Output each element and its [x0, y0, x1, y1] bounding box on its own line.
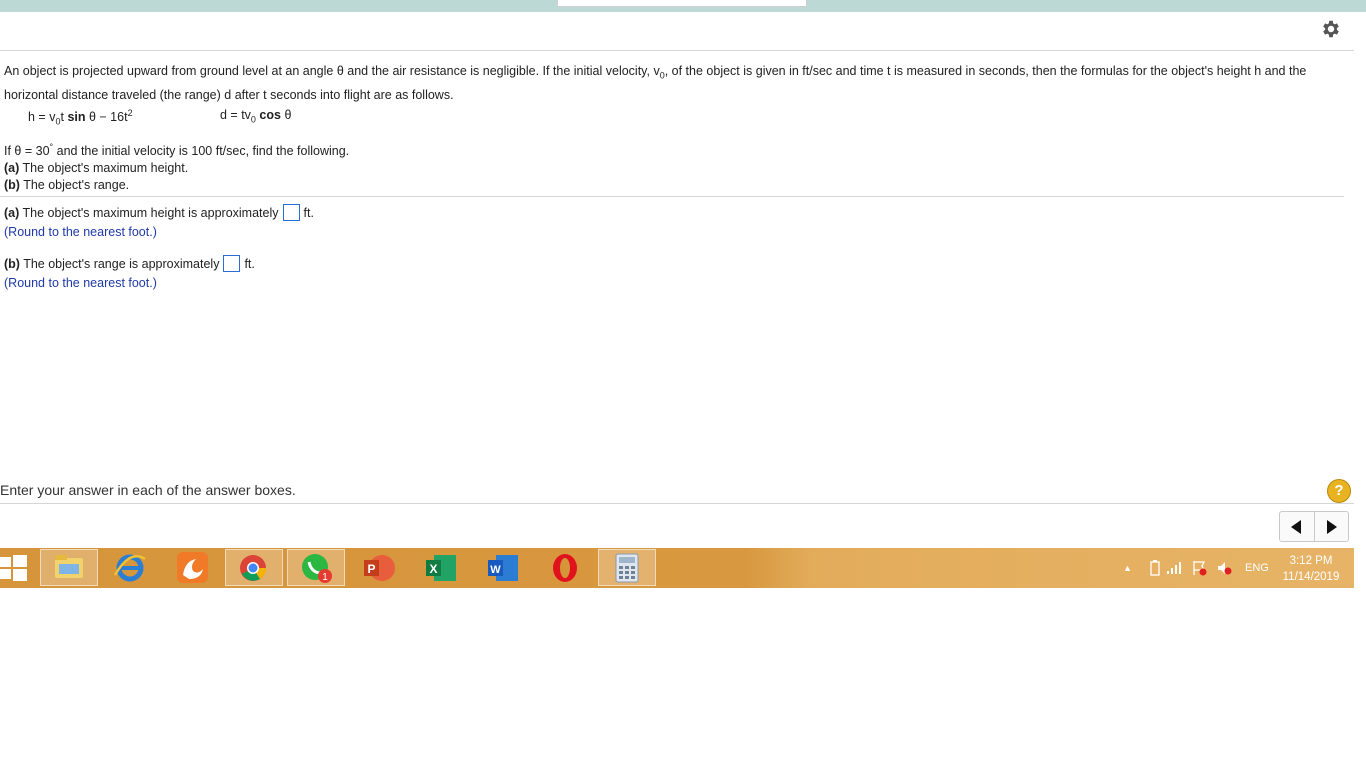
battery-icon[interactable] — [1150, 560, 1160, 576]
question-divider — [0, 196, 1344, 197]
gear-icon[interactable] — [1320, 18, 1342, 40]
powerpoint-icon: P — [364, 555, 395, 581]
arrow-right-icon — [1327, 520, 1337, 534]
arrow-left-icon — [1291, 520, 1301, 534]
top-tab-strip — [557, 0, 807, 7]
whatsapp-icon: 1 — [302, 554, 332, 583]
volume-muted-icon[interactable] — [1216, 560, 1232, 576]
taskbar: 1 P X W ▲ ENG 3:12 PM 11/14/2019 — [0, 548, 1354, 588]
start-icon[interactable] — [0, 549, 28, 586]
clock-date: 11/14/2019 — [1282, 571, 1340, 583]
top-accent-bar — [0, 0, 1366, 12]
uc-browser-icon — [177, 552, 208, 583]
taskbar-opera[interactable] — [536, 549, 594, 586]
answer-a-input[interactable] — [282, 204, 300, 221]
footer-divider — [0, 503, 1354, 504]
range-formula: d = tv0 cos θ — [220, 108, 292, 125]
taskbar-word[interactable]: W — [474, 549, 532, 586]
answer-b-hint: (Round to the nearest foot.) — [4, 276, 157, 290]
internet-explorer-icon — [113, 554, 146, 582]
previous-button[interactable] — [1280, 512, 1315, 541]
word-icon: W — [488, 555, 518, 581]
answer-a: (a) The object's maximum height is appro… — [4, 204, 314, 242]
answer-a-hint: (Round to the nearest foot.) — [4, 225, 157, 239]
taskbar-file-manager[interactable] — [40, 549, 98, 586]
taskbar-uc-browser[interactable] — [163, 549, 221, 586]
opera-icon — [553, 554, 577, 582]
whatsapp-badge: 1 — [322, 572, 328, 583]
answer-b: (b) The object's range is approximately f… — [4, 255, 255, 293]
help-button[interactable]: ? — [1327, 479, 1351, 503]
clock-time: 3:12 PM — [1289, 555, 1333, 567]
problem-statement: An object is projected upward from groun… — [4, 64, 1307, 102]
height-formula: h = v0t sin θ − 16t2 — [28, 108, 133, 127]
svg-text:W: W — [490, 564, 501, 576]
next-button[interactable] — [1314, 512, 1348, 541]
taskbar-calculator[interactable] — [598, 549, 656, 586]
excel-icon: X — [426, 555, 456, 581]
svg-text:P: P — [367, 562, 375, 576]
given-conditions: If θ = 30° and the initial velocity is 1… — [4, 142, 350, 193]
taskbar-whatsapp[interactable]: 1 — [287, 549, 345, 586]
file-manager-icon — [55, 555, 83, 578]
signal-icon[interactable] — [1166, 561, 1184, 575]
instruction-text: Enter your answer in each of the answer … — [0, 482, 296, 498]
chrome-icon — [240, 555, 267, 581]
taskbar-powerpoint[interactable]: P — [350, 549, 408, 586]
network-warning-icon[interactable] — [1192, 560, 1208, 576]
taskbar-excel[interactable]: X — [412, 549, 470, 586]
svg-text:X: X — [429, 562, 437, 576]
taskbar-chrome[interactable] — [225, 549, 283, 586]
calculator-icon — [615, 553, 639, 583]
show-hidden-icons-icon[interactable]: ▲ — [1123, 563, 1132, 573]
language-indicator[interactable]: ENG — [1245, 562, 1269, 574]
system-clock[interactable]: 3:12 PM 11/14/2019 — [1280, 553, 1342, 585]
header-divider — [0, 50, 1354, 51]
answer-b-input[interactable] — [223, 255, 241, 272]
taskbar-internet-explorer[interactable] — [101, 549, 159, 586]
question-nav — [1279, 511, 1349, 542]
